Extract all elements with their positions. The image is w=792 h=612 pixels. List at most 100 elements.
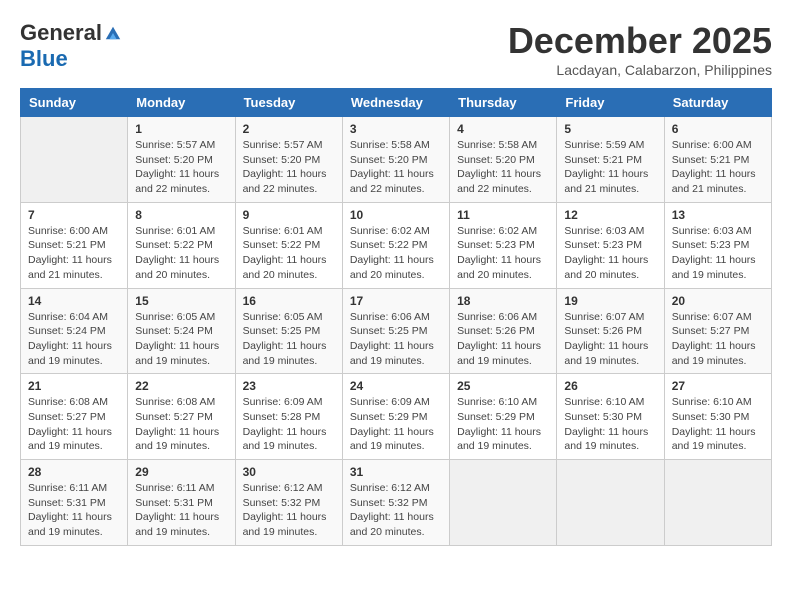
day-number: 16 [243, 294, 335, 308]
title-area: December 2025 Lacdayan, Calabarzon, Phil… [508, 20, 772, 78]
weekday-header-sunday: Sunday [21, 89, 128, 117]
day-info: Sunrise: 6:00 AM Sunset: 5:21 PM Dayligh… [672, 138, 764, 197]
calendar-cell: 26 Sunrise: 6:10 AM Sunset: 5:30 PM Dayli… [557, 374, 664, 460]
calendar-cell: 1 Sunrise: 5:57 AM Sunset: 5:20 PM Daylig… [128, 117, 235, 203]
day-number: 10 [350, 208, 442, 222]
day-info: Sunrise: 5:57 AM Sunset: 5:20 PM Dayligh… [135, 138, 227, 197]
calendar-cell: 29Sunrise: 6:11 AM Sunset: 5:31 PM Dayli… [128, 460, 235, 546]
logo-icon [104, 24, 122, 42]
day-info: Sunrise: 6:03 AM Sunset: 5:23 PM Dayligh… [672, 224, 764, 283]
day-number: 4 [457, 122, 549, 136]
day-info: Sunrise: 6:07 AM Sunset: 5:26 PM Dayligh… [564, 310, 656, 369]
calendar-week-row: 1 Sunrise: 5:57 AM Sunset: 5:20 PM Daylig… [21, 117, 772, 203]
day-info: Sunrise: 5:58 AM Sunset: 5:20 PM Dayligh… [457, 138, 549, 197]
day-number: 17 [350, 294, 442, 308]
weekday-header-tuesday: Tuesday [235, 89, 342, 117]
day-info: Sunrise: 6:12 AM Sunset: 5:32 PM Dayligh… [350, 481, 442, 540]
day-info: Sunrise: 6:07 AM Sunset: 5:27 PM Dayligh… [672, 310, 764, 369]
day-number: 22 [135, 379, 227, 393]
calendar-cell: 8Sunrise: 6:01 AM Sunset: 5:22 PM Daylig… [128, 202, 235, 288]
month-title: December 2025 [508, 20, 772, 62]
day-info: Sunrise: 5:57 AM Sunset: 5:20 PM Dayligh… [243, 138, 335, 197]
day-info: Sunrise: 6:08 AM Sunset: 5:27 PM Dayligh… [135, 395, 227, 454]
calendar-cell: 25 Sunrise: 6:10 AM Sunset: 5:29 PM Dayli… [450, 374, 557, 460]
calendar-cell: 20Sunrise: 6:07 AM Sunset: 5:27 PM Dayli… [664, 288, 771, 374]
calendar-cell: 19 Sunrise: 6:07 AM Sunset: 5:26 PM Dayli… [557, 288, 664, 374]
logo: General Blue [20, 20, 122, 72]
day-info: Sunrise: 6:02 AM Sunset: 5:23 PM Dayligh… [457, 224, 549, 283]
calendar-header-row: SundayMondayTuesdayWednesdayThursdayFrid… [21, 89, 772, 117]
calendar-cell: 14Sunrise: 6:04 AM Sunset: 5:24 PM Dayli… [21, 288, 128, 374]
logo-blue-text: Blue [20, 46, 68, 72]
calendar-cell: 27 Sunrise: 6:10 AM Sunset: 5:30 PM Dayli… [664, 374, 771, 460]
day-info: Sunrise: 6:05 AM Sunset: 5:24 PM Dayligh… [135, 310, 227, 369]
calendar-cell: 24 Sunrise: 6:09 AM Sunset: 5:29 PM Dayli… [342, 374, 449, 460]
day-number: 15 [135, 294, 227, 308]
calendar-cell: 6Sunrise: 6:00 AM Sunset: 5:21 PM Daylig… [664, 117, 771, 203]
day-info: Sunrise: 5:59 AM Sunset: 5:21 PM Dayligh… [564, 138, 656, 197]
day-number: 26 [564, 379, 656, 393]
calendar-cell: 31Sunrise: 6:12 AM Sunset: 5:32 PM Dayli… [342, 460, 449, 546]
weekday-header-monday: Monday [128, 89, 235, 117]
calendar-cell [557, 460, 664, 546]
day-number: 18 [457, 294, 549, 308]
day-info: Sunrise: 6:06 AM Sunset: 5:25 PM Dayligh… [350, 310, 442, 369]
weekday-header-wednesday: Wednesday [342, 89, 449, 117]
day-number: 2 [243, 122, 335, 136]
calendar-cell: 3 Sunrise: 5:58 AM Sunset: 5:20 PM Daylig… [342, 117, 449, 203]
day-info: Sunrise: 6:10 AM Sunset: 5:30 PM Dayligh… [564, 395, 656, 454]
day-info: Sunrise: 6:10 AM Sunset: 5:29 PM Dayligh… [457, 395, 549, 454]
calendar-week-row: 14Sunrise: 6:04 AM Sunset: 5:24 PM Dayli… [21, 288, 772, 374]
day-info: Sunrise: 5:58 AM Sunset: 5:20 PM Dayligh… [350, 138, 442, 197]
day-number: 8 [135, 208, 227, 222]
calendar-cell: 10Sunrise: 6:02 AM Sunset: 5:22 PM Dayli… [342, 202, 449, 288]
day-number: 9 [243, 208, 335, 222]
day-info: Sunrise: 6:04 AM Sunset: 5:24 PM Dayligh… [28, 310, 120, 369]
calendar-cell: 2 Sunrise: 5:57 AM Sunset: 5:20 PM Daylig… [235, 117, 342, 203]
logo-general-text: General [20, 20, 102, 46]
calendar-cell: 21Sunrise: 6:08 AM Sunset: 5:27 PM Dayli… [21, 374, 128, 460]
day-number: 1 [135, 122, 227, 136]
day-number: 28 [28, 465, 120, 479]
day-info: Sunrise: 6:06 AM Sunset: 5:26 PM Dayligh… [457, 310, 549, 369]
calendar-cell: 9 Sunrise: 6:01 AM Sunset: 5:22 PM Daylig… [235, 202, 342, 288]
day-info: Sunrise: 6:05 AM Sunset: 5:25 PM Dayligh… [243, 310, 335, 369]
day-info: Sunrise: 6:01 AM Sunset: 5:22 PM Dayligh… [243, 224, 335, 283]
day-number: 3 [350, 122, 442, 136]
day-number: 25 [457, 379, 549, 393]
day-number: 29 [135, 465, 227, 479]
calendar-cell: 12 Sunrise: 6:03 AM Sunset: 5:23 PM Dayli… [557, 202, 664, 288]
weekday-header-thursday: Thursday [450, 89, 557, 117]
day-number: 30 [243, 465, 335, 479]
day-info: Sunrise: 6:03 AM Sunset: 5:23 PM Dayligh… [564, 224, 656, 283]
calendar-week-row: 28Sunrise: 6:11 AM Sunset: 5:31 PM Dayli… [21, 460, 772, 546]
day-info: Sunrise: 6:10 AM Sunset: 5:30 PM Dayligh… [672, 395, 764, 454]
calendar-cell: 28Sunrise: 6:11 AM Sunset: 5:31 PM Dayli… [21, 460, 128, 546]
calendar-cell [450, 460, 557, 546]
day-info: Sunrise: 6:09 AM Sunset: 5:28 PM Dayligh… [243, 395, 335, 454]
day-info: Sunrise: 6:12 AM Sunset: 5:32 PM Dayligh… [243, 481, 335, 540]
calendar-cell [664, 460, 771, 546]
calendar-cell: 23 Sunrise: 6:09 AM Sunset: 5:28 PM Dayli… [235, 374, 342, 460]
weekday-header-saturday: Saturday [664, 89, 771, 117]
day-number: 12 [564, 208, 656, 222]
calendar-cell: 30 Sunrise: 6:12 AM Sunset: 5:32 PM Dayli… [235, 460, 342, 546]
day-number: 24 [350, 379, 442, 393]
day-info: Sunrise: 6:09 AM Sunset: 5:29 PM Dayligh… [350, 395, 442, 454]
calendar-cell: 4 Sunrise: 5:58 AM Sunset: 5:20 PM Daylig… [450, 117, 557, 203]
calendar-cell: 15 Sunrise: 6:05 AM Sunset: 5:24 PM Dayli… [128, 288, 235, 374]
day-number: 23 [243, 379, 335, 393]
calendar-cell: 11Sunrise: 6:02 AM Sunset: 5:23 PM Dayli… [450, 202, 557, 288]
calendar-week-row: 7Sunrise: 6:00 AM Sunset: 5:21 PM Daylig… [21, 202, 772, 288]
weekday-header-friday: Friday [557, 89, 664, 117]
calendar-cell: 16 Sunrise: 6:05 AM Sunset: 5:25 PM Dayli… [235, 288, 342, 374]
day-number: 19 [564, 294, 656, 308]
calendar-week-row: 21Sunrise: 6:08 AM Sunset: 5:27 PM Dayli… [21, 374, 772, 460]
calendar-cell: 22 Sunrise: 6:08 AM Sunset: 5:27 PM Dayli… [128, 374, 235, 460]
calendar-cell: 7Sunrise: 6:00 AM Sunset: 5:21 PM Daylig… [21, 202, 128, 288]
calendar-table: SundayMondayTuesdayWednesdayThursdayFrid… [20, 88, 772, 546]
page-header: General Blue December 2025 Lacdayan, Cal… [20, 20, 772, 78]
calendar-body: 1 Sunrise: 5:57 AM Sunset: 5:20 PM Daylig… [21, 117, 772, 546]
day-number: 27 [672, 379, 764, 393]
calendar-cell [21, 117, 128, 203]
